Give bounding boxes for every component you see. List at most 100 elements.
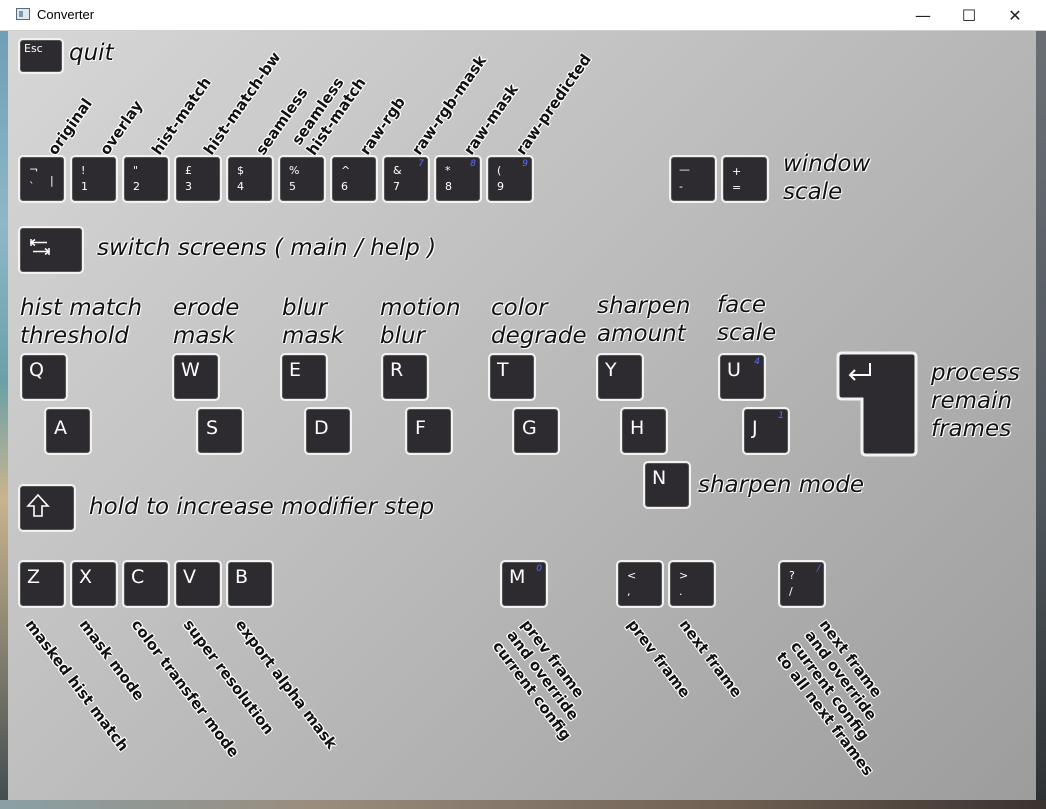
key-top-char: % <box>289 164 300 177</box>
key-m: M 0 <box>500 560 548 608</box>
key-top-char: ? <box>789 569 795 582</box>
tab-icon <box>29 238 51 256</box>
key-2: " 2 <box>122 155 170 203</box>
key-top-char: > <box>679 569 689 582</box>
key-f: F <box>405 407 453 455</box>
key-bottom-char: . <box>679 585 683 598</box>
key-char: G <box>522 417 537 439</box>
shift-icon <box>26 493 50 517</box>
key-h: H <box>620 407 668 455</box>
key-x: X <box>70 560 118 608</box>
key-char: Y <box>605 359 617 381</box>
key-minus: — - <box>669 155 717 203</box>
key-comma: < , <box>616 560 664 608</box>
numpad-hint: 0 <box>536 564 542 574</box>
modifier-label: hold to increase modifier step <box>89 494 435 520</box>
key-n: N <box>643 461 691 509</box>
key-bottom-char: 9 <box>497 180 504 193</box>
close-button[interactable]: ✕ <box>992 0 1038 30</box>
minimize-button[interactable]: — <box>900 0 946 30</box>
key-9: ( 9 9 <box>486 155 534 203</box>
key-4: $ 4 <box>226 155 274 203</box>
key-char: Q <box>29 359 44 381</box>
quit-label: quit <box>69 40 114 66</box>
key-char: V <box>183 566 196 588</box>
key-s: S <box>196 407 244 455</box>
param-label: color degrade <box>491 295 587 349</box>
key-top-char: & <box>393 164 402 177</box>
key-bottom-char: - <box>679 180 683 193</box>
key-3: £ 3 <box>174 155 222 203</box>
key-char: J <box>752 417 758 439</box>
key-z: Z <box>18 560 66 608</box>
key-right-char: | <box>50 174 54 187</box>
param-label: motion blur <box>380 295 461 349</box>
key-char: N <box>652 467 667 489</box>
background-image-left <box>0 31 8 809</box>
key-j: J 1 <box>742 407 790 455</box>
shift-key <box>18 484 76 532</box>
key-a: A <box>44 407 92 455</box>
app-icon <box>16 8 30 20</box>
key-u: U 4 <box>718 353 766 401</box>
key-top-char: " <box>133 164 139 177</box>
key-top-char: * <box>445 164 451 177</box>
key-char: A <box>54 417 67 439</box>
numpad-hint: / <box>816 564 820 574</box>
window-scale-label: window scale <box>783 151 871 205</box>
key-top-char: £ <box>185 164 192 177</box>
switch-screens-label: switch screens ( main / help ) <box>97 235 437 261</box>
key-bottom-char: ` <box>29 180 35 193</box>
key-bottom-char: 5 <box>289 180 296 193</box>
key-char: B <box>235 566 249 588</box>
numpad-hint: 4 <box>754 357 760 367</box>
key-char: X <box>79 566 93 588</box>
key-char: U <box>727 359 741 381</box>
key-top-char: < <box>627 569 637 582</box>
key-bottom-char: 6 <box>341 180 348 193</box>
key-6: ^ 6 <box>330 155 378 203</box>
key-7: & 7 7 <box>382 155 430 203</box>
key-r: R <box>381 353 429 401</box>
key-bottom-char: 3 <box>185 180 192 193</box>
param-label: erode mask <box>173 295 240 349</box>
key-8: * 8 8 <box>434 155 482 203</box>
key-bottom-char: 7 <box>393 180 400 193</box>
key-top-char: ! <box>81 164 86 177</box>
key-char: Z <box>27 566 41 588</box>
key-top-char: ¬ <box>29 163 39 176</box>
numpad-hint: 9 <box>522 159 528 169</box>
key-t: T <box>488 353 536 401</box>
key-char: H <box>630 417 645 439</box>
key-bottom-char: 1 <box>81 180 88 193</box>
esc-key: Esc <box>18 38 64 74</box>
key-slash: ? / / <box>778 560 826 608</box>
key-char: R <box>390 359 404 381</box>
maximize-button[interactable]: ☐ <box>946 0 992 30</box>
key-char: W <box>181 359 200 381</box>
key-d: D <box>304 407 352 455</box>
key-char: M <box>509 566 526 588</box>
key-char: D <box>314 417 329 439</box>
key-bottom-char: 2 <box>133 180 140 193</box>
esc-key-label: Esc <box>24 42 43 55</box>
key-bottom-char: / <box>789 585 793 598</box>
key-period: > . <box>668 560 716 608</box>
numpad-hint: 8 <box>470 159 476 169</box>
key-5: % 5 <box>278 155 326 203</box>
param-label: blur mask <box>282 295 344 349</box>
tab-key <box>18 226 84 274</box>
param-label: face scale <box>717 292 777 346</box>
key-w: W <box>172 353 220 401</box>
title-bar: Converter — ☐ ✕ <box>0 0 1046 31</box>
param-label: sharpen amount <box>597 293 691 347</box>
enter-key <box>836 351 918 457</box>
key-top-char: ( <box>497 164 502 177</box>
key-e: E <box>280 353 328 401</box>
key-bottom-char: 4 <box>237 180 244 193</box>
key-top-char: + <box>732 165 742 178</box>
key-backtick: ¬ ` | <box>18 155 66 203</box>
numpad-hint: 1 <box>778 411 784 421</box>
param-label: hist match threshold <box>20 295 143 349</box>
sharpen-mode-label: sharpen mode <box>698 472 864 498</box>
